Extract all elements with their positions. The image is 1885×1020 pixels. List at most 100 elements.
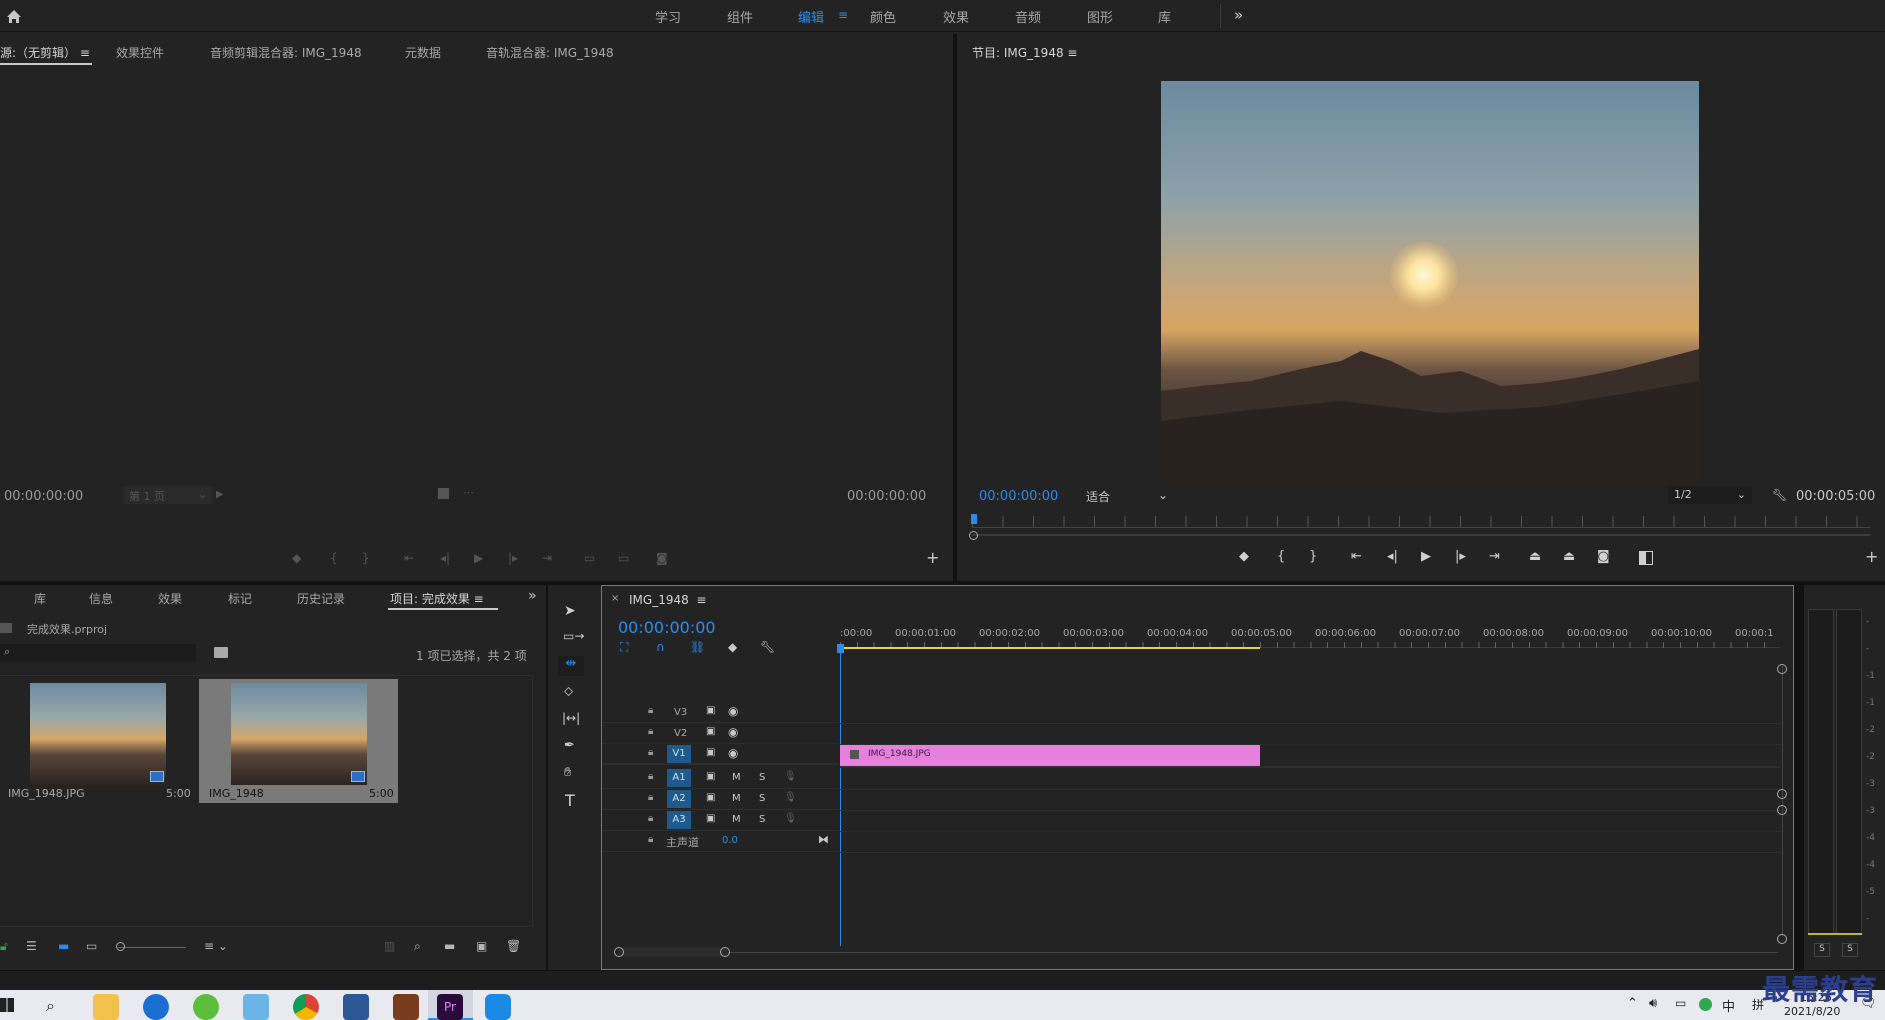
linked-selection-icon[interactable]: ⛓︎: [690, 640, 705, 654]
play-icon[interactable]: ▶: [1421, 549, 1431, 564]
mute-button[interactable]: M: [732, 793, 741, 804]
tab-info[interactable]: 信息: [89, 590, 113, 607]
type-tool-icon[interactable]: T: [565, 791, 575, 810]
vertical-scroll[interactable]: [1782, 666, 1783, 936]
export-frame-icon[interactable]: [438, 488, 449, 499]
sync-lock-icon[interactable]: ▣: [706, 705, 715, 716]
lock-icon[interactable]: 🔓︎: [0, 939, 8, 954]
zoom-slider-handle[interactable]: [116, 942, 125, 951]
playhead-marker[interactable]: [971, 514, 977, 524]
scroll-handle[interactable]: [1777, 789, 1787, 799]
solo-left-button[interactable]: S: [1814, 943, 1830, 957]
zoom-bar[interactable]: [972, 534, 1870, 536]
search-icon[interactable]: ⌕: [46, 996, 55, 1016]
pen-tool-icon[interactable]: ✒︎: [564, 738, 575, 753]
lock-icon[interactable]: 🔒︎: [648, 813, 653, 824]
more-workspaces-icon[interactable]: »: [1234, 6, 1243, 24]
workspace-editing[interactable]: 编辑: [798, 7, 824, 26]
automate-icon[interactable]: ▥: [384, 939, 395, 953]
program-timecode[interactable]: 00:00:00:00: [979, 489, 1058, 504]
dots-icon[interactable]: ⋯: [463, 486, 474, 499]
quality-select[interactable]: 1/2 ⌄: [1668, 486, 1752, 504]
sync-lock-icon[interactable]: ▣: [706, 792, 715, 803]
tab-sequence[interactable]: IMG_1948 ≡: [629, 593, 706, 607]
mark-in-icon[interactable]: {: [1277, 549, 1285, 564]
eye-icon[interactable]: ◉: [728, 746, 738, 760]
snap-icon[interactable]: ∩: [656, 640, 665, 654]
mic-icon[interactable]: 🎙︎: [784, 813, 797, 824]
extract-icon[interactable]: ⏏︎: [1563, 549, 1575, 564]
tab-metadata[interactable]: 元数据: [405, 44, 441, 61]
volume-icon[interactable]: 🔊︎: [1649, 996, 1657, 1011]
mic-icon[interactable]: 🎙︎: [784, 771, 797, 782]
workspace-audio[interactable]: 音频: [1015, 7, 1041, 26]
play-small-icon[interactable]: ▶: [216, 489, 224, 500]
solo-button[interactable]: S: [759, 793, 765, 804]
lock-icon[interactable]: 🔒︎: [648, 834, 653, 845]
lock-icon[interactable]: 🔒︎: [648, 726, 653, 737]
start-icon[interactable]: [0, 998, 14, 1012]
sync-lock-icon[interactable]: ▣: [706, 747, 715, 758]
workspace-libraries[interactable]: 库: [1158, 7, 1171, 26]
mute-button[interactable]: M: [732, 814, 741, 825]
marker-icon[interactable]: ◆: [292, 551, 301, 565]
camera-icon[interactable]: ◙: [656, 551, 668, 565]
tab-libraries[interactable]: 库: [34, 590, 46, 607]
tab-history[interactable]: 历史记录: [297, 590, 345, 607]
freeform-view-icon[interactable]: ▭: [86, 939, 97, 953]
scroll-handle[interactable]: [1777, 805, 1787, 815]
wrench-icon[interactable]: 🔧︎: [1772, 488, 1787, 502]
new-bin-icon[interactable]: ▬: [444, 939, 455, 953]
tab-audio-track-mixer[interactable]: 音轨混合器: IMG_1948: [486, 44, 614, 61]
workspace-assembly[interactable]: 组件: [727, 7, 753, 26]
work-area-bar[interactable]: [840, 647, 1260, 649]
compare-icon[interactable]: [1639, 551, 1653, 565]
step-back-icon[interactable]: ◂|: [1387, 549, 1398, 564]
edge-icon[interactable]: [143, 994, 169, 1020]
horizontal-scroll[interactable]: [618, 952, 1778, 953]
zoom-slider[interactable]: [118, 947, 186, 948]
workspace-color[interactable]: 颜色: [870, 7, 896, 26]
mic-icon[interactable]: 🎙︎: [784, 792, 797, 803]
tray-app-icon[interactable]: [1699, 998, 1712, 1011]
mark-in-icon[interactable]: {: [330, 551, 338, 565]
trash-icon[interactable]: 🗑︎: [506, 939, 521, 953]
workspace-effects[interactable]: 效果: [943, 7, 969, 26]
settings-wrench-icon[interactable]: 🔧︎: [760, 640, 775, 654]
more-tabs-icon[interactable]: »: [528, 588, 537, 604]
scroll-handle[interactable]: [1777, 664, 1787, 674]
selection-tool-icon[interactable]: ➤: [564, 603, 576, 619]
add-button-icon[interactable]: +: [926, 548, 939, 567]
app-tiger-icon[interactable]: [393, 994, 419, 1020]
scroll-handle[interactable]: [1777, 934, 1787, 944]
solo-button[interactable]: S: [759, 814, 765, 825]
hand-tool-icon[interactable]: ✋︎: [564, 765, 571, 780]
network-icon[interactable]: ▭: [1675, 996, 1686, 1010]
new-item-icon[interactable]: ▣: [476, 939, 487, 953]
step-back-icon[interactable]: ◂|: [440, 551, 450, 565]
tab-project[interactable]: 项目: 完成效果 ≡: [390, 590, 484, 607]
premiere-icon[interactable]: Pr: [437, 994, 463, 1020]
workspace-menu-icon[interactable]: ≡: [838, 8, 848, 22]
slip-tool-icon[interactable]: |↔|: [562, 711, 580, 725]
list-view-icon[interactable]: ☰: [26, 939, 37, 953]
icon-view-icon[interactable]: ▬: [58, 939, 69, 953]
page-select[interactable]: 第 1 页 ⌄: [124, 486, 212, 504]
project-search-input[interactable]: ⌕: [0, 644, 196, 662]
master-volume[interactable]: 0.0: [722, 835, 738, 846]
tab-source[interactable]: 源:（无剪辑） ≡: [0, 44, 90, 61]
play-icon[interactable]: ▶: [474, 551, 483, 565]
hscroll-thumb[interactable]: [618, 947, 728, 957]
close-icon[interactable]: ×: [611, 593, 619, 604]
hscroll-handle-right[interactable]: [720, 947, 730, 957]
ime-indicator[interactable]: 中: [1722, 996, 1735, 1015]
find-icon[interactable]: ⌕: [414, 939, 421, 954]
solo-right-button[interactable]: S: [1842, 943, 1858, 957]
lift-icon[interactable]: ⏏︎: [1529, 549, 1541, 564]
track-label[interactable]: V3: [674, 707, 687, 718]
sort-icon[interactable]: ≡ ⌄: [204, 939, 228, 953]
go-to-in-icon[interactable]: ⇤: [1351, 549, 1362, 564]
home-icon[interactable]: [4, 6, 24, 26]
app-green-icon[interactable]: [193, 994, 219, 1020]
app-blue-icon[interactable]: [243, 994, 269, 1020]
